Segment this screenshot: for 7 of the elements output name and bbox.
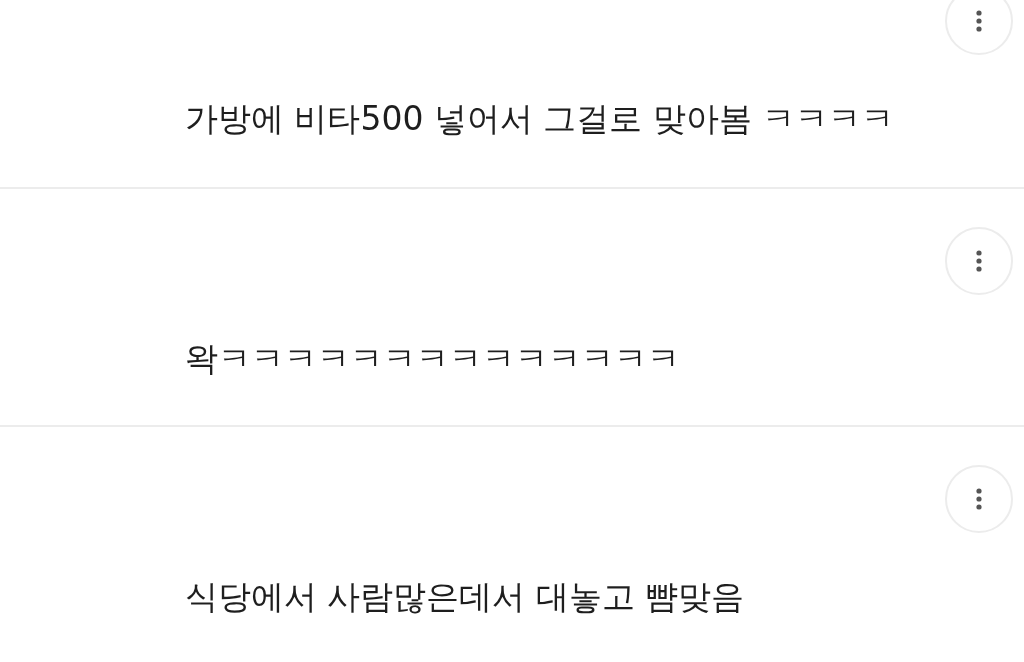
more-icon: [976, 488, 982, 510]
comment-text: 가방에 비타500 넣어서 그걸로 맞아봄 ㅋㅋㅋㅋ: [185, 98, 895, 140]
more-icon: [976, 10, 982, 32]
more-options-button[interactable]: [945, 0, 1013, 55]
comment-text: 식당에서 사람많은데서 대놓고 뺨맞음: [185, 576, 745, 618]
more-icon: [976, 250, 982, 272]
comment-text: 왁ㅋㅋㅋㅋㅋㅋㅋㅋㅋㅋㅋㅋㅋㅋ: [185, 338, 680, 380]
